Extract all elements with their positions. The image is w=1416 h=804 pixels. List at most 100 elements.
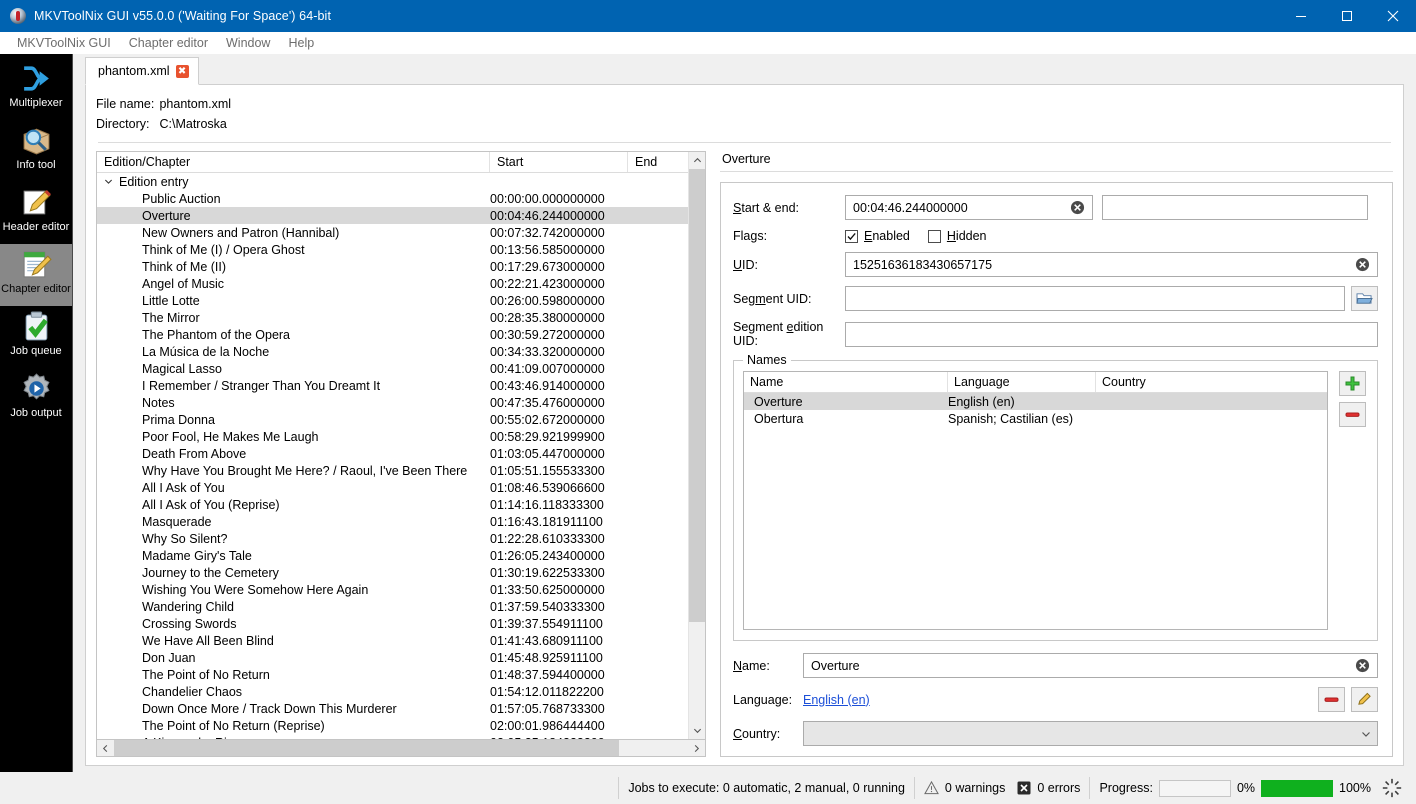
tree-row-edition-entry[interactable]: Edition entry — [97, 173, 688, 190]
chapter-tree-vertical-scrollbar[interactable] — [688, 152, 705, 739]
segment-edition-uid-input[interactable] — [845, 321, 1378, 347]
names-table-row[interactable]: Overture English (en) — [744, 393, 1327, 410]
vertical-scroll-track[interactable] — [689, 169, 705, 722]
sidebar-item-job-output[interactable]: Job output — [0, 368, 72, 430]
language-edit-button[interactable] — [1351, 687, 1378, 712]
tree-row-chapter[interactable]: The Phantom of the Opera 00:30:59.2720000… — [97, 326, 688, 343]
maximize-icon[interactable] — [1324, 0, 1370, 32]
add-name-button[interactable] — [1339, 371, 1366, 396]
scroll-up-icon[interactable] — [689, 152, 705, 169]
tree-row-chapter[interactable]: Angel of Music 00:22:21.423000000 — [97, 275, 688, 292]
tree-row-chapter[interactable]: Masquerade 01:16:43.181911100 — [97, 513, 688, 530]
names-column-language[interactable]: Language — [948, 372, 1096, 392]
tree-row-chapter[interactable]: Journey to the Cemetery 01:30:19.62253330… — [97, 564, 688, 581]
sidebar-item-chapter-editor[interactable]: Chapter editor — [0, 244, 72, 306]
scroll-right-icon[interactable] — [688, 740, 705, 756]
tree-row-chapter[interactable]: Down Once More / Track Down This Murdere… — [97, 700, 688, 717]
tree-row-chapter[interactable]: Public Auction 00:00:00.000000000 — [97, 190, 688, 207]
tree-row-chapter[interactable]: Don Juan 01:45:48.925911100 — [97, 649, 688, 666]
clear-circle-icon[interactable] — [1355, 257, 1370, 272]
tree-row-chapter[interactable]: All I Ask of You 01:08:46.539066600 — [97, 479, 688, 496]
name-input[interactable]: Overture — [803, 653, 1378, 678]
tree-row-chapter[interactable]: I Remember / Stranger Than You Dreamt It… — [97, 377, 688, 394]
menu-item-help[interactable]: Help — [279, 34, 323, 52]
names-column-country[interactable]: Country — [1096, 372, 1327, 392]
chevron-down-icon[interactable] — [104, 177, 113, 186]
tree-row-chapter[interactable]: A Kiss and a Ring02:05:25.184333300 — [97, 734, 688, 740]
scroll-down-icon[interactable] — [689, 722, 705, 739]
menu-item-window[interactable]: Window — [217, 34, 279, 52]
tree-row-chapter[interactable]: Overture 00:04:46.244000000 — [97, 207, 688, 224]
tree-row-chapter[interactable]: Why Have You Brought Me Here? / Raoul, I… — [97, 462, 688, 479]
names-table-row[interactable]: Obertura Spanish; Castilian (es) — [744, 410, 1327, 427]
column-header-edition-chapter[interactable]: Edition/Chapter — [97, 152, 490, 172]
tree-row-chapter[interactable]: Wandering Child 01:37:59.540333300 — [97, 598, 688, 615]
tree-row-chapter[interactable]: The Point of No Return 01:48:37.594400000 — [97, 666, 688, 683]
error-x-icon[interactable] — [1017, 781, 1031, 795]
warning-triangle-icon[interactable] — [923, 781, 939, 795]
hidden-checkbox-box[interactable] — [927, 229, 941, 243]
remove-name-button[interactable] — [1339, 402, 1366, 427]
segment-uid-browse-button[interactable] — [1351, 286, 1378, 311]
tree-row-chapter[interactable]: Prima Donna 00:55:02.672000000 — [97, 411, 688, 428]
tree-row-chapter[interactable]: All I Ask of You (Reprise) 01:14:16.11833… — [97, 496, 688, 513]
tab-close-icon[interactable]: ✖ — [175, 64, 189, 78]
names-table[interactable]: Name Language Country Overture English (e… — [743, 371, 1328, 630]
tree-row-chapter[interactable]: Wishing You Were Somehow Here Again 01:33… — [97, 581, 688, 598]
vertical-scroll-thumb[interactable] — [689, 169, 705, 623]
tree-row-chapter[interactable]: We Have All Been Blind 01:41:43.680911100 — [97, 632, 688, 649]
menu-item-mkvtoolnix-gui[interactable]: MKVToolNix GUI — [8, 34, 120, 52]
sidebar-item-header-editor[interactable]: Header editor — [0, 182, 72, 244]
tree-row-chapter[interactable]: The Point of No Return (Reprise) 02:00:01… — [97, 717, 688, 734]
sidebar-label-job-output: Job output — [10, 407, 62, 419]
column-header-start[interactable]: Start — [490, 152, 628, 172]
column-header-end[interactable]: End — [628, 152, 688, 172]
menu-item-chapter-editor[interactable]: Chapter editor — [120, 34, 217, 52]
horizontal-scroll-track[interactable] — [114, 740, 688, 756]
sidebar-item-multiplexer[interactable]: Multiplexer — [0, 58, 72, 120]
close-icon[interactable] — [1370, 0, 1416, 32]
tree-row-name: Angel of Music — [142, 276, 224, 291]
sidebar-item-info-tool[interactable]: Info tool — [0, 120, 72, 182]
minimize-icon[interactable] — [1278, 0, 1324, 32]
clear-circle-icon[interactable] — [1355, 658, 1370, 673]
horizontal-scroll-thumb[interactable] — [114, 740, 620, 756]
tree-row-chapter[interactable]: Crossing Swords 01:39:37.554911100 — [97, 615, 688, 632]
chapter-tree-rows[interactable]: Edition entry Public Auction 00:00:00.000… — [97, 173, 688, 739]
language-remove-button[interactable] — [1318, 687, 1345, 712]
tree-row-chapter[interactable]: Notes 00:47:35.476000000 — [97, 394, 688, 411]
tree-row-chapter[interactable]: Chandelier Chaos 01:54:12.011822200 — [97, 683, 688, 700]
tab-phantom-xml[interactable]: phantom.xml ✖ — [85, 57, 199, 85]
directory-value: C:\Matroska — [159, 117, 227, 131]
country-select[interactable] — [803, 721, 1378, 746]
plus-icon — [1345, 376, 1360, 391]
tree-row-chapter[interactable]: Madame Giry's Tale 01:26:05.243400000 — [97, 547, 688, 564]
tree-row-chapter[interactable]: Little Lotte 00:26:00.598000000 — [97, 292, 688, 309]
enabled-checkbox-box[interactable] — [845, 229, 858, 243]
sidebar-item-job-queue[interactable]: Job queue — [0, 306, 72, 368]
tree-row-chapter[interactable]: Death From Above 01:03:05.447000000 — [97, 445, 688, 462]
file-name-value: phantom.xml — [159, 97, 232, 111]
uid-input[interactable]: 15251636183430657175 — [845, 252, 1378, 277]
tree-row-chapter[interactable]: Poor Fool, He Makes Me Laugh 00:58:29.921… — [97, 428, 688, 445]
tree-row-chapter[interactable]: New Owners and Patron (Hannibal) 00:07:32… — [97, 224, 688, 241]
chapter-tree-horizontal-scrollbar[interactable] — [96, 740, 706, 757]
tree-row-chapter[interactable]: Why So Silent? 01:22:28.610333300 — [97, 530, 688, 547]
end-input[interactable] — [1102, 195, 1368, 220]
enabled-checkbox[interactable]: Enabled — [845, 229, 910, 243]
scroll-left-icon[interactable] — [97, 740, 114, 756]
tree-row-chapter[interactable]: Think of Me (II) 00:17:29.673000000 — [97, 258, 688, 275]
divider — [720, 171, 1393, 172]
language-link[interactable]: English (en) — [803, 693, 870, 707]
tree-row-chapter[interactable]: La Música de la Noche 00:34:33.320000000 — [97, 343, 688, 360]
hidden-checkbox[interactable]: Hidden — [927, 229, 987, 243]
names-table-body[interactable]: Overture English (en) Obertura Spanish; Cas… — [744, 393, 1327, 427]
start-input[interactable]: 00:04:46.244000000 — [845, 195, 1093, 220]
segment-uid-input[interactable] — [845, 286, 1345, 311]
tree-row-chapter[interactable]: The Mirror 00:28:35.380000000 — [97, 309, 688, 326]
tree-row-name: A Kiss and a Ring — [97, 736, 490, 740]
tree-row-chapter[interactable]: Magical Lasso 00:41:09.007000000 — [97, 360, 688, 377]
tree-row-chapter[interactable]: Think of Me (I) / Opera Ghost 00:13:56.58… — [97, 241, 688, 258]
names-column-name[interactable]: Name — [744, 372, 948, 392]
clear-circle-icon[interactable] — [1070, 200, 1085, 215]
